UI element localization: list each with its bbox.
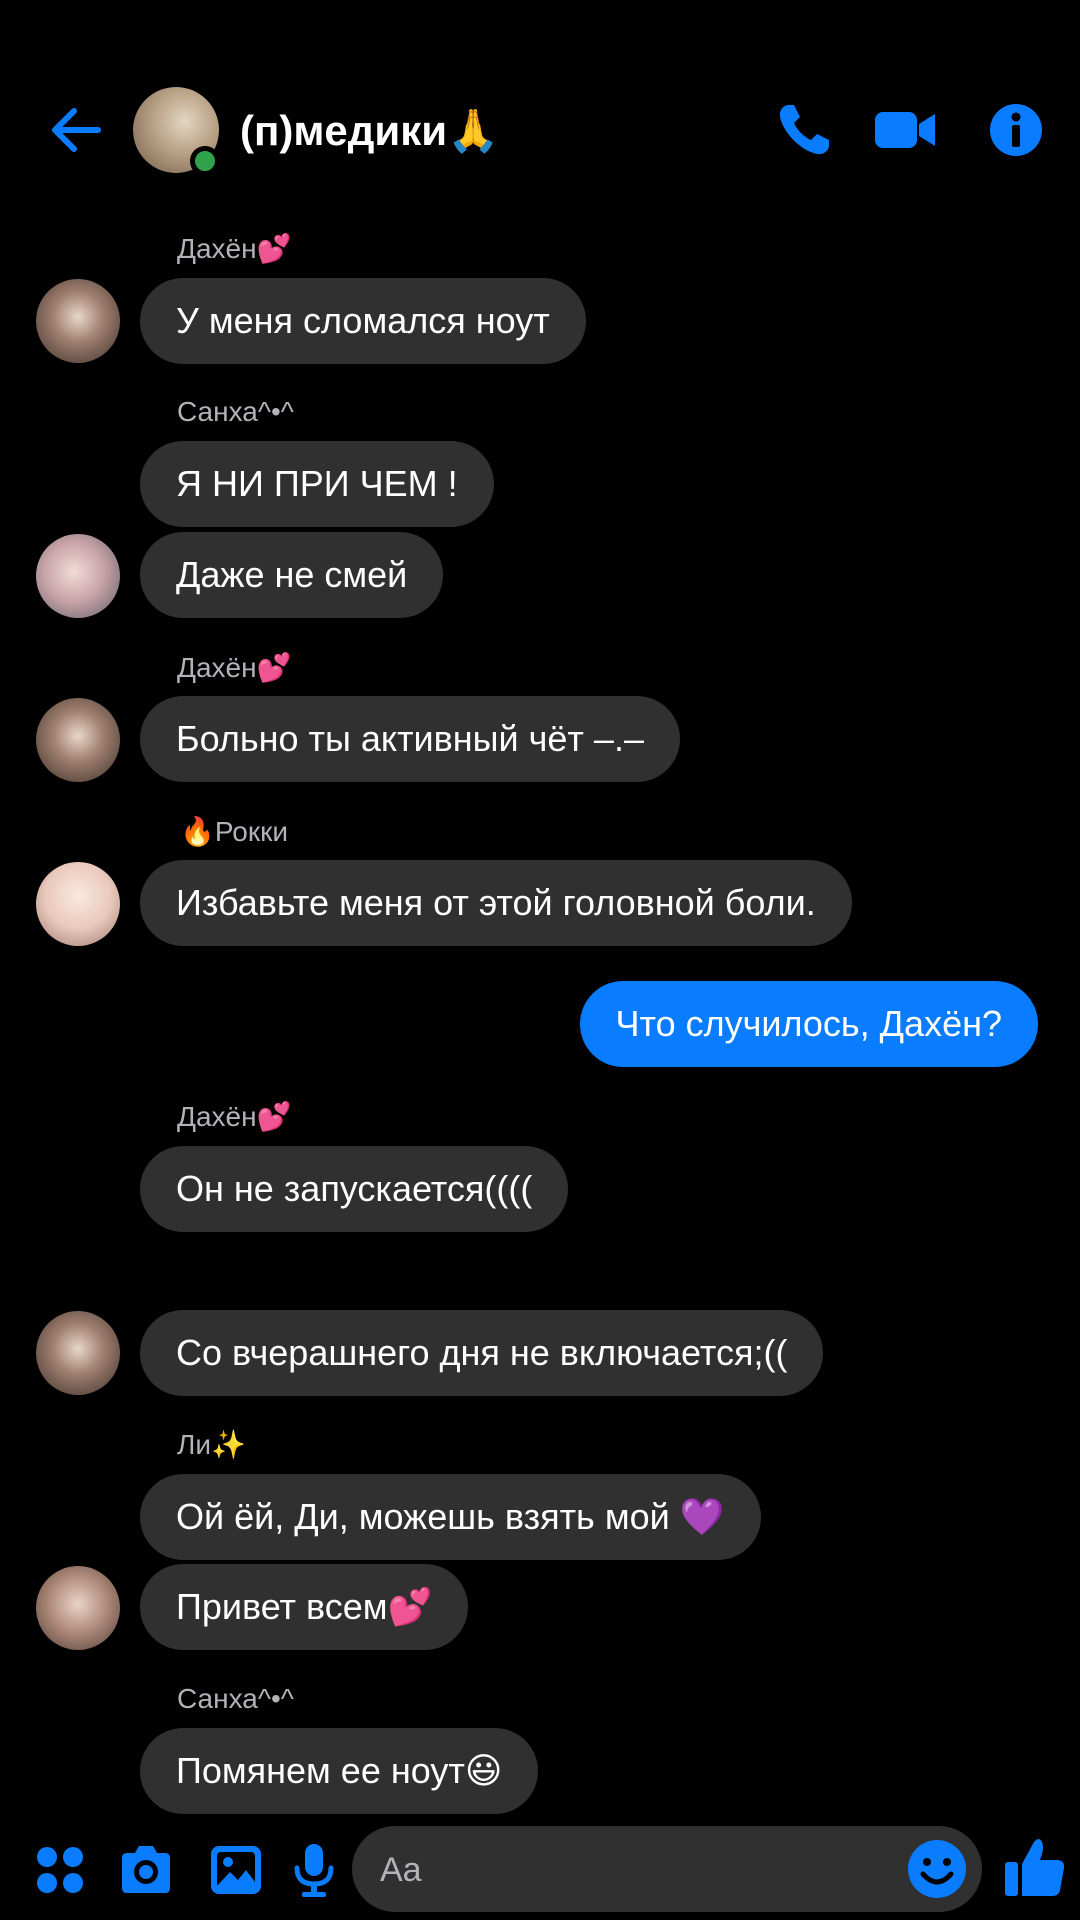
- video-camera-icon: [875, 112, 935, 148]
- avatar[interactable]: [36, 534, 120, 618]
- grid-apps-icon: [37, 1847, 83, 1893]
- sender-name: Дахён💕: [177, 1101, 292, 1132]
- message-bubble[interactable]: Даже не смей: [140, 532, 444, 618]
- apps-button[interactable]: [30, 1840, 90, 1900]
- sender-name: Дахён💕: [177, 233, 292, 264]
- info-button[interactable]: [986, 100, 1046, 160]
- back-button[interactable]: [46, 100, 106, 160]
- microphone-icon: [294, 1844, 334, 1897]
- avatar[interactable]: [36, 279, 120, 363]
- arrow-left-icon: [52, 108, 101, 152]
- outgoing-message-bubble[interactable]: Что случилось, Дахён?: [579, 981, 1038, 1067]
- thumbs-up-icon: [1005, 1839, 1065, 1896]
- like-button[interactable]: [1002, 1834, 1068, 1900]
- avatar[interactable]: [36, 862, 120, 946]
- sender-name: Санха^•^: [177, 1683, 294, 1714]
- message-bubble[interactable]: Избавьте меня от этой головной боли.: [140, 860, 852, 946]
- avatar[interactable]: [36, 1566, 120, 1650]
- message-bubble[interactable]: Со вчерашнего дня не включается;((: [140, 1310, 824, 1396]
- camera-icon: [122, 1846, 170, 1893]
- online-status-dot: [190, 146, 220, 176]
- info-icon: [990, 104, 1042, 156]
- emoji-button[interactable]: [906, 1838, 968, 1900]
- message-input-wrapper[interactable]: [352, 1826, 982, 1914]
- smiley-icon: [908, 1840, 966, 1898]
- video-call-button[interactable]: [873, 100, 935, 160]
- message-input[interactable]: [378, 1826, 882, 1914]
- image-icon: [211, 1846, 261, 1894]
- message-bubble[interactable]: Он не запускается((((: [140, 1146, 569, 1232]
- phone-icon: [779, 105, 829, 155]
- message-bubble[interactable]: Помянем ее ноут😃: [140, 1728, 539, 1814]
- message-bubble[interactable]: Больно ты активный чёт –.–: [140, 696, 680, 782]
- voice-call-button[interactable]: [774, 100, 834, 160]
- sender-name: Санха^•^: [177, 396, 294, 427]
- gallery-button[interactable]: [206, 1840, 266, 1900]
- chat-title[interactable]: (п)медики🙏: [240, 101, 499, 161]
- voice-message-button[interactable]: [284, 1840, 344, 1900]
- message-bubble[interactable]: Ой ёй, Ди, можешь взять мой 💜: [140, 1474, 761, 1560]
- chat-header: (п)медики🙏: [0, 0, 1080, 230]
- message-bubble[interactable]: У меня сломался ноут: [140, 278, 586, 364]
- avatar[interactable]: [36, 698, 120, 782]
- sender-name: 🔥Рокки: [180, 816, 289, 847]
- message-bubble[interactable]: Привет всем💕: [140, 1564, 469, 1650]
- message-bubble[interactable]: Я НИ ПРИ ЧЕМ !: [140, 441, 494, 527]
- avatar[interactable]: [36, 1311, 120, 1395]
- sender-name: Ли✨: [177, 1429, 246, 1460]
- camera-button[interactable]: [116, 1840, 176, 1900]
- sender-name: Дахён💕: [177, 652, 292, 683]
